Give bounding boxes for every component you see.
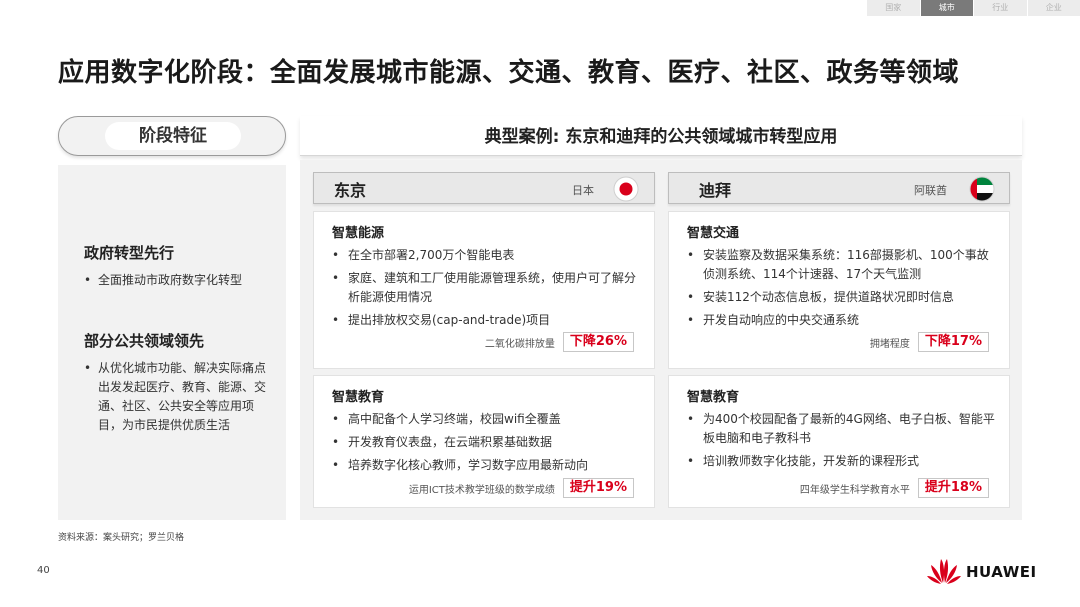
- card-title: 智慧教育: [687, 390, 740, 405]
- metric-label: 二氧化碳排放量: [484, 338, 555, 350]
- metric-row: 二氧化碳排放量 下降26%: [485, 332, 634, 352]
- city-header-tokyo: 东京 日本: [313, 172, 655, 204]
- huawei-flower-icon: [927, 559, 961, 584]
- tab-country[interactable]: 国家: [866, 0, 920, 16]
- card-bullet-list: 在全市部署2,700万个智能电表 家庭、建筑和工厂使用能源管理系统，使用户可了解…: [332, 246, 640, 334]
- top-tab-bar: 国家 城市 行业 企业: [866, 0, 1080, 16]
- city-name-tokyo: 东京: [334, 181, 367, 200]
- metric-label: 运用ICT技术教学班级的数学成绩: [408, 484, 555, 496]
- city-name-dubai: 迪拜: [699, 181, 732, 200]
- japan-flag-icon: [613, 176, 639, 202]
- case-study-title: 典型案例: 东京和迪拜的公共领域城市转型应用: [484, 127, 838, 147]
- page-title: 应用数字化阶段：全面发展城市能源、交通、教育、医疗、社区、政务等领域: [58, 58, 960, 88]
- list-item: 提出排放权交易(cap-and-trade)项目: [332, 311, 640, 330]
- case-card-dubai-transport: 智慧交通 安装监察及数据采集系统：116部摄影机、100个事故侦测系统、114个…: [668, 211, 1010, 369]
- card-title: 智慧能源: [332, 226, 385, 241]
- list-item: 高中配备个人学习终端，校园wifi全覆盖: [332, 410, 640, 429]
- list-item: 为400个校园配备了最新的4G网络、电子白板、智能平板电脑和电子教科书: [687, 410, 995, 448]
- case-card-tokyo-education: 智慧教育 高中配备个人学习终端，校园wifi全覆盖 开发教育仪表盘，在云端积累基…: [313, 375, 655, 508]
- source-note: 资料来源：案头研究；罗兰贝格: [58, 533, 185, 543]
- case-study-banner: 典型案例: 东京和迪拜的公共领域城市转型应用: [300, 116, 1022, 156]
- section-heading-public: 部分公共领域领先: [84, 332, 205, 350]
- section-heading-government: 政府转型先行: [84, 244, 175, 262]
- section-bullet-public: 从优化城市功能、解决实际痛点出发发起医疗、教育、能源、交通、社区、公共安全等应用…: [84, 359, 274, 435]
- page-number: 40: [37, 565, 50, 576]
- case-card-tokyo-energy: 智慧能源 在全市部署2,700万个智能电表 家庭、建筑和工厂使用能源管理系统，使…: [313, 211, 655, 369]
- card-bullet-list: 为400个校园配备了最新的4G网络、电子白板、智能平板电脑和电子教科书 培训教师…: [687, 410, 995, 475]
- card-title: 智慧教育: [332, 390, 385, 405]
- case-card-dubai-education: 智慧教育 为400个校园配备了最新的4G网络、电子白板、智能平板电脑和电子教科书…: [668, 375, 1010, 508]
- metric-value: 下降17%: [917, 332, 989, 352]
- tab-city[interactable]: 城市: [919, 0, 973, 16]
- list-item: 家庭、建筑和工厂使用能源管理系统，使用户可了解分析能源使用情况: [332, 269, 640, 307]
- country-name-japan: 日本: [572, 184, 594, 197]
- metric-row: 运用ICT技术教学班级的数学成绩 提升19%: [409, 478, 634, 498]
- city-header-dubai: 迪拜 阿联酋: [668, 172, 1010, 204]
- metric-value: 提升19%: [562, 478, 634, 498]
- metric-label: 拥堵程度: [869, 338, 910, 350]
- list-item: 培养数字化核心教师，学习数字应用最新动向: [332, 456, 640, 475]
- list-item: 开发自动响应的中央交通系统: [687, 311, 995, 330]
- huawei-logo: HUAWEI: [926, 557, 1046, 587]
- metric-row: 拥堵程度 下降17%: [870, 332, 989, 352]
- tab-enterprise[interactable]: 企业: [1026, 0, 1080, 16]
- list-item: 安装监察及数据采集系统：116部摄影机、100个事故侦测系统、114个计速器、1…: [687, 246, 995, 284]
- metric-value: 下降26%: [562, 332, 634, 352]
- card-bullet-list: 安装监察及数据采集系统：116部摄影机、100个事故侦测系统、114个计速器、1…: [687, 246, 995, 334]
- metric-value: 提升18%: [917, 478, 989, 498]
- card-title: 智慧交通: [687, 226, 740, 241]
- brand-wordmark: HUAWEI: [966, 563, 1037, 581]
- list-item: 在全市部署2,700万个智能电表: [332, 246, 640, 265]
- uae-flag-icon: [969, 176, 995, 202]
- list-item: 开发教育仪表盘，在云端积累基础数据: [332, 433, 640, 452]
- list-item: 培训教师数字化技能，开发新的课程形式: [687, 452, 995, 471]
- country-name-uae: 阿联酋: [914, 184, 947, 197]
- metric-label: 四年级学生科学教育水平: [799, 484, 910, 496]
- phase-label: 阶段特征: [105, 122, 241, 150]
- metric-row: 四年级学生科学教育水平 提升18%: [800, 478, 989, 498]
- tab-industry[interactable]: 行业: [973, 0, 1027, 16]
- section-bullet-government: 全面推动市政府数字化转型: [84, 271, 274, 290]
- phase-label-pill: 阶段特征: [58, 116, 286, 156]
- phase-characteristics-panel: 政府转型先行 全面推动市政府数字化转型 部分公共领域领先 从优化城市功能、解决实…: [58, 165, 286, 520]
- card-bullet-list: 高中配备个人学习终端，校园wifi全覆盖 开发教育仪表盘，在云端积累基础数据 培…: [332, 410, 640, 479]
- list-item: 安装112个动态信息板，提供道路状况即时信息: [687, 288, 995, 307]
